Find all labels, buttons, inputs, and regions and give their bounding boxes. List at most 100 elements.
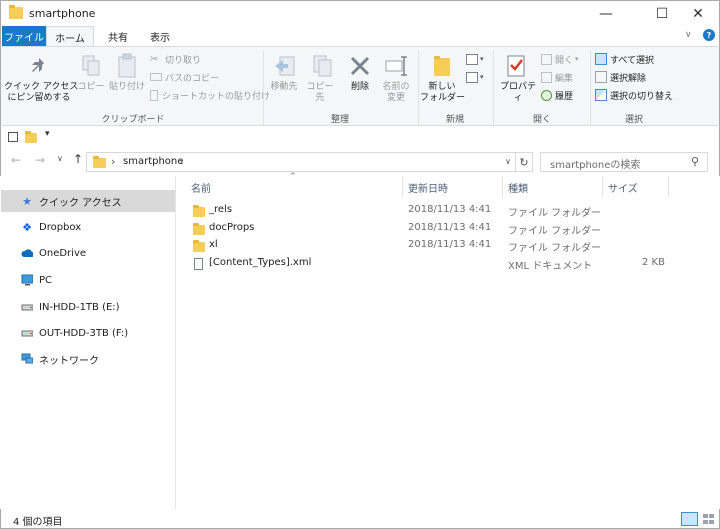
back-arrow-icon[interactable]: ← <box>11 153 21 167</box>
invert-selection-label: 選択の切り替え <box>610 91 674 102</box>
forward-arrow-icon[interactable]: → <box>35 153 45 167</box>
large-icons-view-icon[interactable] <box>701 512 716 526</box>
search-box[interactable]: smartphoneの検索 ⚲ <box>540 152 708 172</box>
column-separator[interactable] <box>668 176 669 198</box>
select-all-button[interactable]: すべて選択 <box>595 52 695 66</box>
nav-item-label: PC <box>39 274 53 286</box>
column-header-modified[interactable]: 更新日時 <box>408 180 448 195</box>
ribbon-separator <box>418 50 419 126</box>
clipboard-icon <box>118 53 136 78</box>
refresh-icon[interactable]: ↻ <box>516 152 533 172</box>
recent-locations-icon[interactable]: ∨ <box>57 154 63 163</box>
nav-item-network[interactable]: ネットワーク <box>1 348 175 370</box>
search-input[interactable]: smartphoneの検索 <box>550 156 640 171</box>
table-row[interactable]: xl 2018/11/13 4:41 ファイル フォルダー <box>190 237 670 255</box>
properties-button[interactable]: プロパティ <box>496 50 540 108</box>
nav-item-onedrive[interactable]: OneDrive <box>1 242 175 264</box>
nav-item-drive-e[interactable]: IN-HDD-1TB (E:) <box>1 296 175 318</box>
rename-button[interactable]: 名前の 変更 <box>378 50 414 108</box>
column-separator[interactable] <box>402 176 403 198</box>
column-header-size[interactable]: サイズ <box>608 180 638 195</box>
copy-button[interactable]: コピー <box>76 50 106 108</box>
new-folder-quick-icon[interactable] <box>25 131 37 143</box>
nav-item-label: IN-HDD-1TB (E:) <box>39 301 120 313</box>
nav-item-dropbox[interactable]: ❖ Dropbox <box>1 216 175 238</box>
search-icon[interactable]: ⚲ <box>691 155 699 168</box>
copy-label: コピー <box>77 82 105 92</box>
file-type: ファイル フォルダー <box>508 208 602 219</box>
file-modified: 2018/11/13 4:41 <box>408 239 492 250</box>
details-view-icon[interactable] <box>681 512 698 526</box>
tab-file[interactable]: ファイル <box>2 26 46 46</box>
cloud-icon <box>21 247 33 259</box>
move-to-button[interactable]: 移動先 <box>267 50 301 108</box>
select-none-button[interactable]: 選択解除 <box>595 70 695 84</box>
help-icon[interactable]: ? <box>703 29 715 41</box>
new-item-button[interactable]: ▾ <box>466 52 488 66</box>
drive-icon <box>21 301 33 313</box>
pin-quick-access-button[interactable]: クイック アクセス にピン留めする <box>4 50 78 108</box>
copy-icon <box>82 55 100 76</box>
copy-path-button[interactable]: パスのコピー <box>150 70 260 84</box>
column-separator[interactable] <box>502 176 503 198</box>
minimize-button[interactable]: — <box>583 1 629 27</box>
history-button[interactable]: 履歴 <box>541 88 591 102</box>
dropbox-icon: ❖ <box>22 220 32 234</box>
nav-item-drive-f[interactable]: OUT-HDD-3TB (F:) <box>1 322 175 344</box>
select-all-icon <box>595 53 607 65</box>
nav-item-label: クイック アクセス <box>39 197 122 209</box>
delete-x-icon <box>350 56 370 76</box>
invert-selection-button[interactable]: 選択の切り替え <box>595 88 695 102</box>
tab-share[interactable]: 共有 <box>101 26 135 46</box>
table-row[interactable]: docProps 2018/11/13 4:41 ファイル フォルダー <box>190 220 670 238</box>
title-bar: smartphone — ☐ ✕ <box>0 0 720 26</box>
copy-to-button[interactable]: コピー先 <box>303 50 337 108</box>
table-row[interactable]: [Content_Types].xml XML ドキュメント 2 KB <box>190 255 670 273</box>
delete-label: 削除 <box>350 82 369 92</box>
group-select-label: 選択 <box>624 115 643 125</box>
breadcrumb-separator[interactable]: › <box>111 155 115 168</box>
new-folder-button[interactable]: 新しい フォルダー <box>420 50 465 108</box>
ribbon-separator <box>493 50 494 126</box>
folder-icon <box>193 205 205 217</box>
paste-shortcut-button[interactable]: ショートカットの貼り付け <box>150 88 270 102</box>
nav-item-label: ネットワーク <box>39 355 99 367</box>
tab-home[interactable]: ホーム <box>46 26 94 47</box>
breadcrumb-separator[interactable]: › <box>179 155 183 168</box>
column-header-name[interactable]: 名前 <box>191 180 211 195</box>
address-bar[interactable]: › smartphone › ∨ <box>86 152 516 172</box>
nav-item-pc[interactable]: PC <box>1 269 175 291</box>
edit-button[interactable]: 編集 <box>541 70 591 84</box>
expand-ribbon-icon[interactable]: ∨ <box>685 30 692 40</box>
delete-button[interactable]: 削除 <box>343 50 377 108</box>
up-arrow-icon[interactable]: ↑ <box>73 152 83 166</box>
pin-icon <box>32 58 44 72</box>
nav-item-quick-access[interactable]: ★ クイック アクセス <box>1 190 175 212</box>
column-separator[interactable] <box>602 176 603 198</box>
cut-button[interactable]: ✂ 切り取り <box>150 52 260 66</box>
file-size: 2 KB <box>642 257 665 268</box>
folder-icon <box>9 5 23 19</box>
tab-view[interactable]: 表示 <box>141 26 179 46</box>
copy-path-label: パスのコピー <box>165 73 220 84</box>
open-label: 開く <box>555 55 574 66</box>
history-icon <box>541 89 552 101</box>
properties-checkbox-icon[interactable] <box>8 132 18 142</box>
ribbon-separator <box>263 50 264 126</box>
copy-to-label: コピー先 <box>306 82 334 103</box>
breadcrumb-smartphone[interactable]: smartphone <box>123 156 183 167</box>
open-button[interactable]: 開く ▾ <box>541 52 591 66</box>
customize-toolbar-icon[interactable]: ▾ <box>45 129 50 139</box>
new-item-icon <box>466 53 478 65</box>
paste-button[interactable]: 貼り付け <box>108 50 146 108</box>
address-dropdown-icon[interactable]: ∨ <box>505 157 511 166</box>
column-header-type[interactable]: 種類 <box>508 180 528 195</box>
scissors-icon: ✂ <box>150 53 159 65</box>
nav-item-label: Dropbox <box>39 221 82 233</box>
window-title: smartphone <box>29 7 96 20</box>
close-button[interactable]: ✕ <box>675 1 720 27</box>
properties-icon <box>507 55 525 77</box>
group-open-label: 開く <box>532 115 551 125</box>
table-row[interactable]: _rels 2018/11/13 4:41 ファイル フォルダー <box>190 202 670 220</box>
easy-access-button[interactable]: ▾ <box>466 70 488 84</box>
